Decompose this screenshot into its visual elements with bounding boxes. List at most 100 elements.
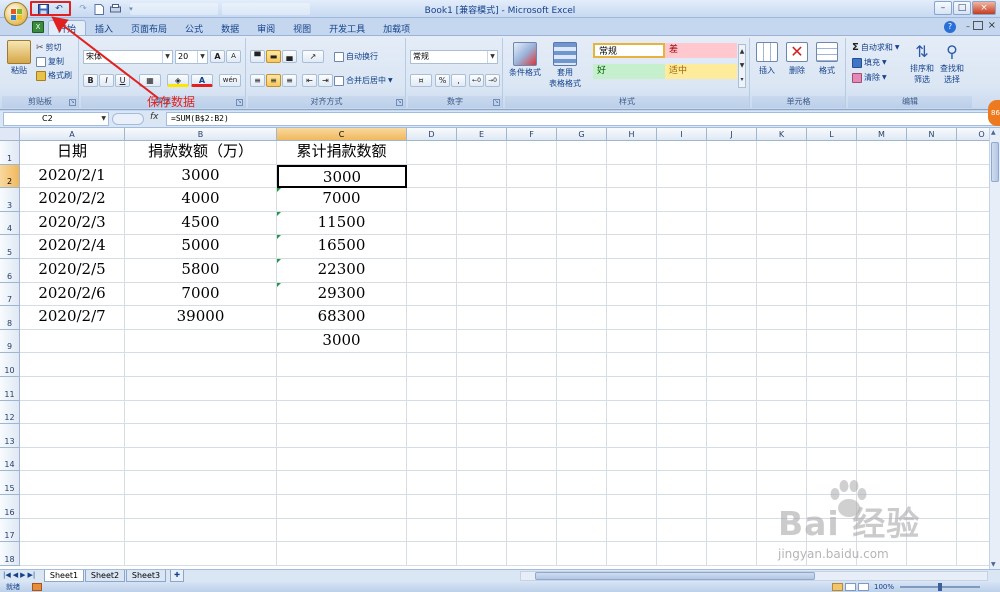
cell-N17[interactable] (907, 518, 957, 543)
cell-I18[interactable] (657, 542, 707, 566)
cell-D15[interactable] (407, 471, 457, 495)
align-middle-button[interactable]: ▬ (266, 50, 281, 63)
cell-B7[interactable]: 7000 (125, 282, 277, 307)
cell-E6[interactable] (457, 259, 507, 283)
cell-F18[interactable] (507, 542, 557, 566)
tab-formulas[interactable]: 公式 (176, 20, 212, 36)
error-indicator-icon[interactable] (277, 282, 281, 287)
cell-G16[interactable] (557, 495, 607, 519)
cell-style-3[interactable]: 适中 (665, 64, 737, 79)
cell-D10[interactable] (407, 353, 457, 377)
cell-O4[interactable] (957, 212, 989, 236)
cell-C5[interactable]: 16500 (277, 235, 407, 259)
cell-M15[interactable] (857, 471, 907, 495)
column-header-K[interactable]: K (757, 128, 807, 141)
cell-N6[interactable] (907, 259, 957, 283)
zoom-level[interactable]: 100% (874, 582, 894, 592)
cell-H2[interactable] (607, 164, 657, 189)
cell-A13[interactable] (20, 424, 125, 448)
cell-J14[interactable] (707, 447, 757, 472)
cell-A17[interactable] (20, 518, 125, 543)
cell-J11[interactable] (707, 377, 757, 401)
cell-L7[interactable] (807, 282, 857, 307)
phonetic-button[interactable]: wén (219, 74, 241, 87)
zoom-slider[interactable] (900, 583, 980, 591)
cell-M8[interactable] (857, 306, 907, 330)
cell-B10[interactable] (125, 353, 277, 377)
cell-F11[interactable] (507, 377, 557, 401)
cell-D3[interactable] (407, 188, 457, 212)
cell-C1[interactable]: 累计捐款数额 (277, 141, 407, 165)
horizontal-scroll-thumb[interactable] (535, 572, 815, 580)
cell-J5[interactable] (707, 235, 757, 259)
cell-I8[interactable] (657, 306, 707, 330)
cell-G15[interactable] (557, 471, 607, 495)
find-select-button[interactable]: ⚲ 查找和 选择 (940, 42, 964, 85)
cell-L4[interactable] (807, 211, 857, 236)
cell-L1[interactable] (807, 141, 857, 165)
cell-I9[interactable] (657, 329, 707, 354)
cell-K14[interactable] (757, 447, 807, 472)
paste-button[interactable]: 粘贴 (7, 40, 31, 76)
cell-N15[interactable] (907, 471, 957, 495)
cell-E4[interactable] (457, 211, 507, 236)
cell-G7[interactable] (557, 282, 607, 307)
cell-L14[interactable] (807, 447, 857, 472)
cell-D1[interactable] (407, 141, 457, 165)
tab-developer[interactable]: 开发工具 (320, 20, 374, 36)
cell-M13[interactable] (857, 424, 907, 448)
tab-page-layout[interactable]: 页面布局 (122, 20, 176, 36)
cell-I14[interactable] (657, 447, 707, 472)
insert-function-button[interactable]: fx (150, 112, 159, 122)
cell-L13[interactable] (807, 424, 857, 448)
cell-I17[interactable] (657, 518, 707, 543)
cell-L12[interactable] (807, 400, 857, 425)
font-size-combo[interactable]: 20 ▼ (175, 50, 208, 64)
comma-button[interactable]: , (451, 74, 466, 87)
cell-N9[interactable] (907, 329, 957, 354)
delete-cells-button[interactable]: ✕ 删除 (786, 42, 808, 76)
cell-L8[interactable] (807, 306, 857, 330)
cell-A12[interactable] (20, 400, 125, 425)
column-header-B[interactable]: B (125, 128, 277, 141)
format-painter-button[interactable]: 格式刷 (36, 70, 72, 81)
grow-font-button[interactable]: A (210, 50, 225, 63)
cell-N16[interactable] (907, 495, 957, 519)
cell-D12[interactable] (407, 400, 457, 425)
cell-J7[interactable] (707, 282, 757, 307)
cell-L17[interactable] (807, 518, 857, 543)
cell-O13[interactable] (957, 424, 989, 448)
number-format-combo[interactable]: 常规 ▼ (410, 50, 498, 64)
cell-K18[interactable] (757, 542, 807, 566)
cell-J3[interactable] (707, 188, 757, 212)
scroll-down-icon[interactable]: ▼ (991, 561, 996, 568)
cell-C9[interactable]: 3000 (277, 329, 407, 354)
cell-F9[interactable] (507, 329, 557, 354)
cell-F4[interactable] (507, 211, 557, 236)
cell-N12[interactable] (907, 400, 957, 425)
cell-J9[interactable] (707, 329, 757, 354)
cell-I16[interactable] (657, 495, 707, 519)
cell-O16[interactable] (957, 495, 989, 519)
cell-I2[interactable] (657, 164, 707, 189)
row-header[interactable]: 15 (0, 471, 20, 495)
workbook-minimize-icon[interactable]: – (966, 22, 970, 31)
cell-D6[interactable] (407, 259, 457, 283)
font-color-button[interactable]: A (191, 74, 213, 87)
cell-A15[interactable] (20, 471, 125, 495)
column-header-J[interactable]: J (707, 128, 757, 141)
cell-M14[interactable] (857, 447, 907, 472)
cell-B12[interactable] (125, 400, 277, 425)
cell-B3[interactable]: 4000 (125, 188, 277, 212)
cell-G12[interactable] (557, 400, 607, 425)
cell-A2[interactable]: 2020/2/1 (20, 164, 125, 189)
font-launcher-icon[interactable]: ↘ (236, 99, 243, 106)
cell-O8[interactable] (957, 306, 989, 330)
cell-H14[interactable] (607, 447, 657, 472)
autosum-button[interactable]: Σ 自动求和 ▼ (852, 42, 899, 53)
cell-H15[interactable] (607, 471, 657, 495)
cell-A14[interactable] (20, 447, 125, 472)
row-header[interactable]: 1 (0, 141, 20, 165)
cell-A3[interactable]: 2020/2/2 (20, 188, 125, 212)
cell-O3[interactable] (957, 188, 989, 212)
